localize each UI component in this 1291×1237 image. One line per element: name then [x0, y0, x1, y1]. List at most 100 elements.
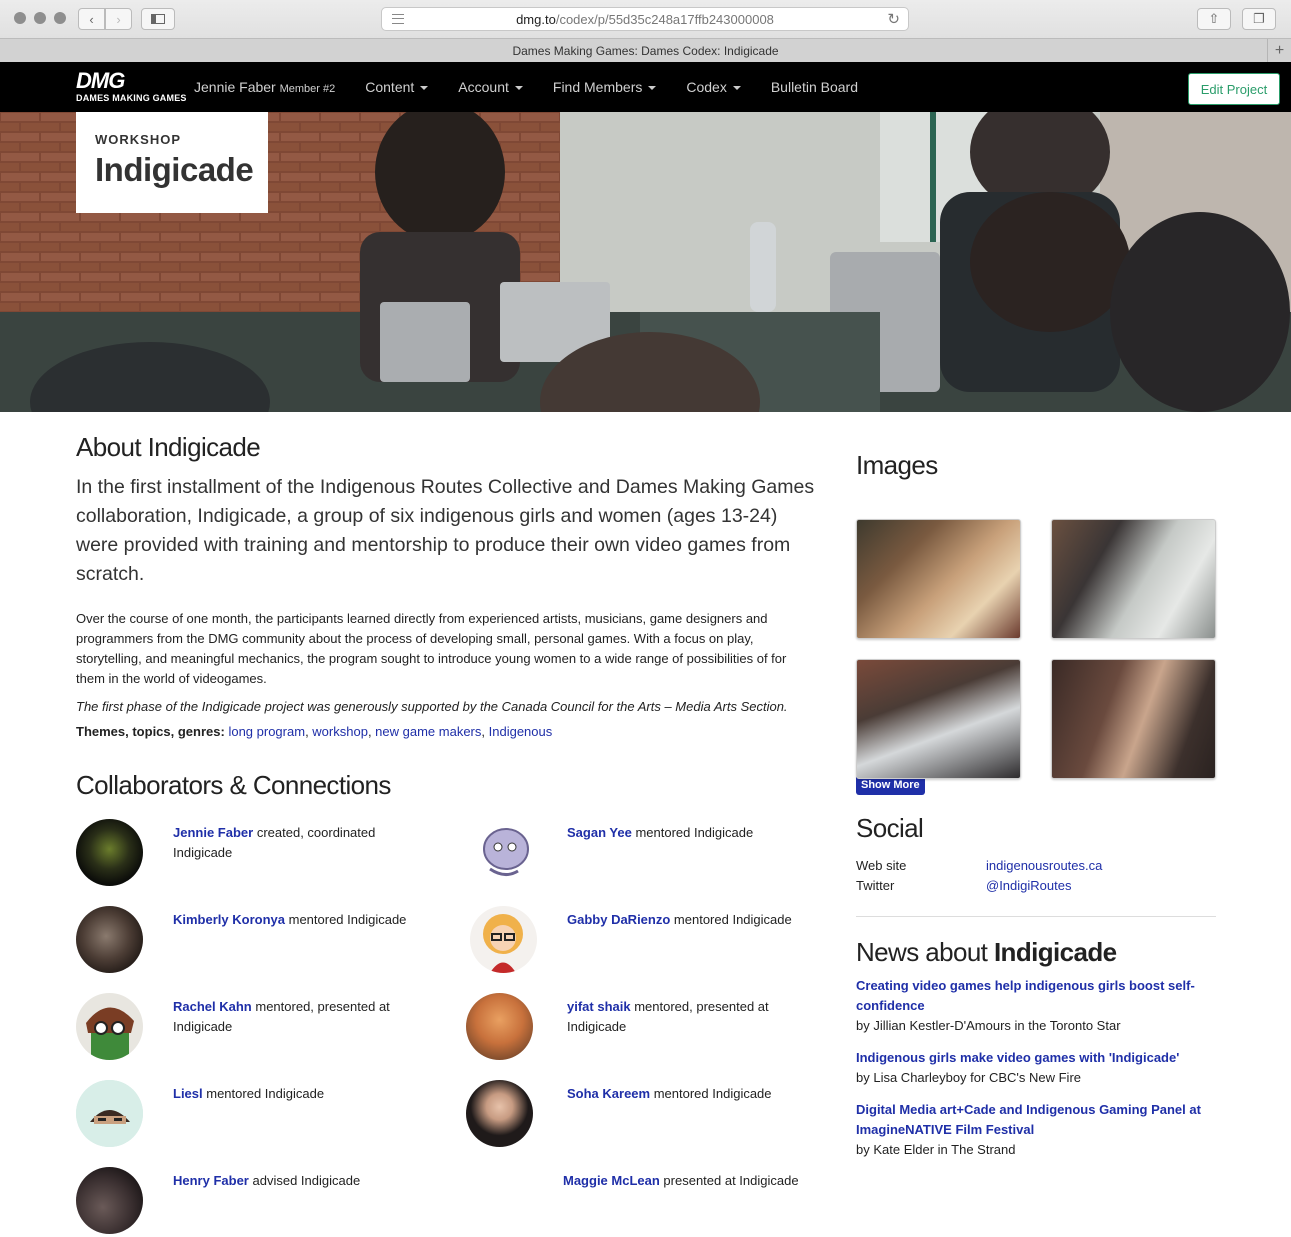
collaborator-name[interactable]: Gabby DaRienzo: [567, 912, 670, 927]
sidebar: Images Show More Social Web site indigeno…: [856, 450, 1216, 1160]
news-title-link[interactable]: Indigenous girls make video games with '…: [856, 1050, 1179, 1065]
avatar[interactable]: [466, 1080, 533, 1147]
collaborator-role: advised Indigicade: [252, 1173, 361, 1188]
avatar[interactable]: [76, 993, 143, 1060]
nav-bulletin-board-label: Bulletin Board: [770, 79, 858, 95]
new-tab-button[interactable]: +: [1267, 39, 1291, 62]
gallery-image[interactable]: [856, 659, 1021, 779]
news-heading-prefix: News about: [856, 937, 988, 967]
collaborator-item: yifat shaik mentored, presented at Indig…: [466, 993, 800, 1063]
share-button[interactable]: ⇧: [1197, 8, 1231, 30]
forward-button[interactable]: ›: [105, 8, 132, 30]
gallery-image[interactable]: [1051, 659, 1216, 779]
chevron-right-icon: ›: [116, 11, 121, 27]
collaborator-name[interactable]: Sagan Yee: [567, 825, 632, 840]
nav-user[interactable]: Jennie Faber Member #2: [194, 79, 335, 95]
collaborator-name[interactable]: Liesl: [173, 1086, 203, 1101]
avatar[interactable]: [76, 1167, 143, 1234]
nav-codex[interactable]: Codex: [686, 79, 741, 95]
avatar[interactable]: [76, 906, 143, 973]
browser-toolbar: ‹ › dmg.to/codex/p/55d35c248a17ffb243000…: [0, 0, 1291, 62]
collaborator-name[interactable]: Soha Kareem: [567, 1086, 650, 1101]
avatar[interactable]: [76, 1080, 143, 1147]
news-byline: by Kate Elder in The Strand: [856, 1142, 1016, 1157]
caret-down-icon: [732, 86, 741, 91]
tab-title[interactable]: Dames Making Games: Dames Codex: Indigic…: [512, 44, 778, 58]
nav-find-members-label: Find Members: [552, 79, 643, 95]
collaborator-role: mentored Indigicade: [653, 1086, 772, 1101]
avatar[interactable]: [470, 906, 537, 973]
logo-mark: DMG: [76, 68, 125, 93]
nav-bulletin-board[interactable]: Bulletin Board: [771, 79, 858, 95]
themes-line: Themes, topics, genres: long program, wo…: [76, 724, 553, 739]
project-type: WORKSHOP: [95, 132, 181, 147]
news-title-link[interactable]: Creating video games help indigenous gir…: [856, 978, 1195, 1013]
avatar[interactable]: [76, 819, 143, 886]
about-lead: In the first installment of the Indigeno…: [76, 476, 815, 585]
caret-down-icon: [514, 86, 523, 91]
collaborator-item: Jennie Faber created, coordinated Indigi…: [76, 819, 406, 889]
social-row-twitter: Twitter @IndigiRoutes: [856, 876, 1216, 896]
nav-account-label: Account: [458, 79, 509, 95]
theme-link[interactable]: workshop: [312, 724, 368, 739]
twitter-link[interactable]: @IndigiRoutes: [986, 876, 1071, 896]
collaborator-item: Rachel Kahn mentored, presented at Indig…: [76, 993, 406, 1063]
collaborator-role: mentored Indigicade: [635, 825, 754, 840]
collaborator-item: Henry Faber advised Indigicade: [76, 1167, 406, 1237]
nav-find-members[interactable]: Find Members: [552, 79, 657, 95]
theme-link[interactable]: long program: [228, 724, 305, 739]
social-links: Web site indigenousroutes.ca Twitter @Indi…: [856, 856, 1216, 896]
collaborator-name[interactable]: Rachel Kahn: [173, 999, 252, 1014]
reload-icon[interactable]: ↻: [887, 10, 900, 28]
edit-project-button[interactable]: Edit Project: [1188, 73, 1280, 105]
news-item: Creating video games help indigenous gir…: [856, 976, 1216, 1036]
gallery-image[interactable]: [856, 519, 1021, 639]
zoom-window-button[interactable]: [54, 12, 66, 24]
website-link[interactable]: indigenousroutes.ca: [986, 856, 1102, 876]
collaborator-item: Gabby DaRienzo mentored Indigicade: [470, 906, 800, 976]
minimize-window-button[interactable]: [34, 12, 46, 24]
sidebar-icon: [151, 14, 165, 24]
nav-account[interactable]: Account: [458, 79, 523, 95]
address-bar[interactable]: dmg.to/codex/p/55d35c248a17ffb243000008 …: [381, 7, 909, 31]
reader-icon[interactable]: [392, 14, 404, 24]
themes-label: Themes, topics, genres:: [76, 724, 225, 739]
collaborator-role: mentored Indigicade: [288, 912, 407, 927]
close-window-button[interactable]: [14, 12, 26, 24]
theme-link[interactable]: Indigenous: [489, 724, 553, 739]
image-gallery: [856, 491, 1216, 779]
share-icon: ⇧: [1208, 11, 1220, 26]
collaborator-role: mentored Indigicade: [206, 1086, 325, 1101]
tabs-button[interactable]: ❐: [1242, 8, 1276, 30]
avatar[interactable]: [470, 819, 537, 886]
plus-icon: +: [1274, 41, 1285, 59]
gallery-image[interactable]: [1051, 519, 1216, 639]
collaborator-name[interactable]: Kimberly Koronya: [173, 912, 285, 927]
url-host: dmg.to: [516, 11, 556, 27]
news-item: Indigenous girls make video games with '…: [856, 1048, 1216, 1088]
collaborator-name[interactable]: Henry Faber: [173, 1173, 249, 1188]
logo-wordmark: DAMES MAKING GAMES: [76, 93, 187, 103]
social-label: Twitter: [856, 878, 895, 893]
theme-link[interactable]: new game makers: [375, 724, 481, 739]
collaborator-name[interactable]: Jennie Faber: [173, 825, 253, 840]
about-support-note: The first phase of the Indigicade projec…: [76, 699, 788, 714]
back-button[interactable]: ‹: [78, 8, 105, 30]
collaborator-name[interactable]: Maggie McLean: [563, 1173, 660, 1188]
dmg-logo[interactable]: DMG DAMES MAKING GAMES: [76, 70, 187, 104]
news-title-link[interactable]: Digital Media art+Cade and Indigenous Ga…: [856, 1102, 1201, 1137]
about-section: About Indigicade In the first installmen…: [76, 432, 816, 739]
collaborators-heading: Collaborators & Connections: [76, 770, 391, 800]
collaborator-item: Liesl mentored Indigicade: [76, 1080, 406, 1150]
divider: [856, 916, 1216, 917]
collaborator-role: mentored Indigicade: [673, 912, 792, 927]
avatar[interactable]: [466, 993, 533, 1060]
collaborator-name[interactable]: yifat shaik: [567, 999, 631, 1014]
news-heading: News about Indigicade: [856, 937, 1216, 968]
sidebar-toggle-button[interactable]: [141, 8, 175, 30]
nav-codex-label: Codex: [686, 79, 727, 95]
hero-title-card: WORKSHOP Indigicade: [76, 112, 268, 213]
nav-content[interactable]: Content: [365, 79, 429, 95]
social-heading: Social: [856, 813, 924, 843]
social-row-website: Web site indigenousroutes.ca: [856, 856, 1216, 876]
